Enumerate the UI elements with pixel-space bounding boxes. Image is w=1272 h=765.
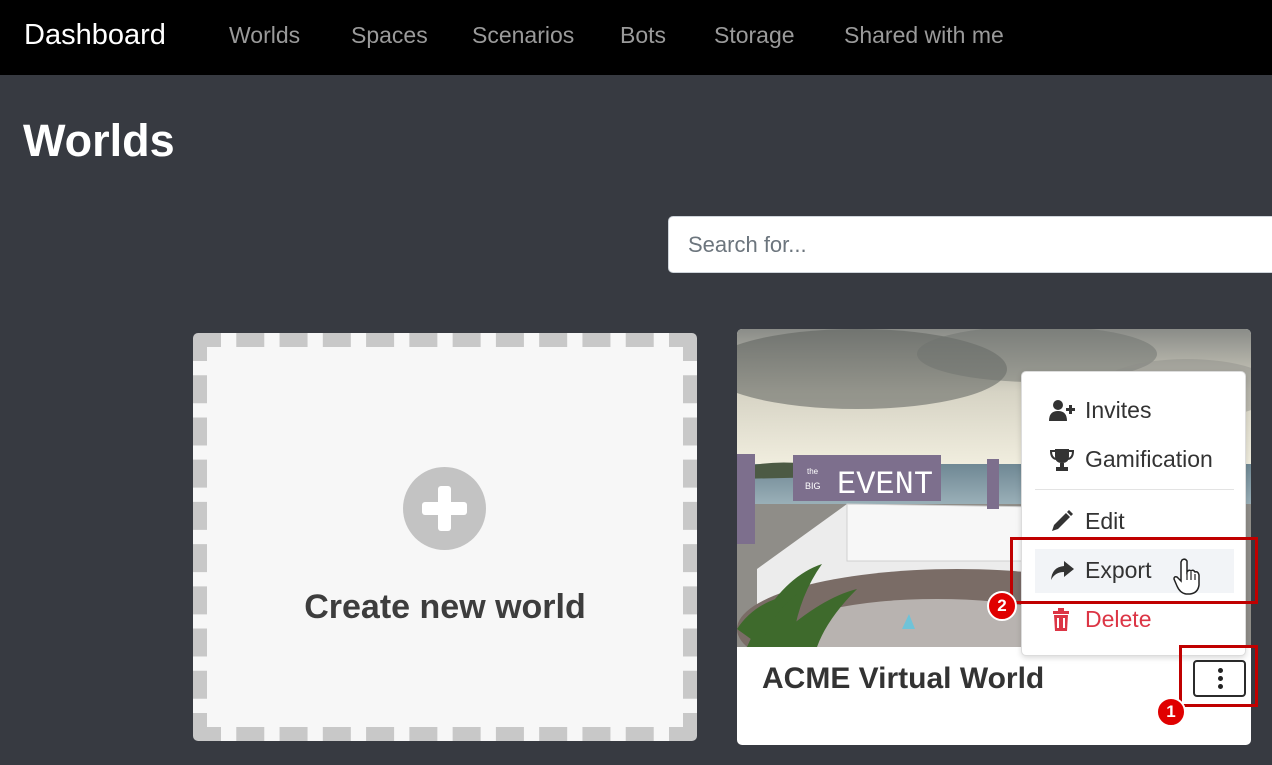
hand-cursor-icon — [1173, 558, 1200, 595]
world-name: ACME Virtual World — [762, 662, 1045, 695]
thumb-sign-small-1: the — [807, 467, 819, 476]
step-badge-2: 2 — [987, 591, 1017, 621]
menu-item-label: Gamification — [1085, 446, 1213, 472]
thumb-sign-small-2: BIG — [805, 481, 821, 491]
menu-item-label: Export — [1085, 557, 1152, 583]
page-title: Worlds — [23, 115, 175, 166]
nav-bots[interactable]: Bots — [620, 21, 666, 49]
more-options-button[interactable] — [1193, 660, 1246, 697]
user-plus-icon — [1049, 400, 1075, 421]
step-badge-1: 1 — [1156, 697, 1186, 727]
pencil-icon — [1052, 510, 1073, 531]
nav-shared-with-me[interactable]: Shared with me — [844, 21, 1004, 49]
nav-storage[interactable]: Storage — [714, 21, 795, 49]
create-new-world-card[interactable]: Create new world — [193, 333, 697, 741]
plus-circle-icon — [403, 467, 486, 550]
menu-item-label: Edit — [1085, 508, 1125, 534]
thumb-sign-event: EVENT — [837, 466, 933, 503]
nav-spaces[interactable]: Spaces — [351, 21, 428, 49]
menu-item-label: Delete — [1085, 606, 1152, 632]
menu-item-invites[interactable]: Invites — [1035, 389, 1234, 433]
create-new-world-label: Create new world — [304, 588, 586, 626]
share-arrow-icon — [1051, 561, 1074, 580]
search-input[interactable] — [668, 216, 1272, 273]
nav-scenarios[interactable]: Scenarios — [472, 21, 574, 49]
menu-divider — [1035, 489, 1234, 490]
kebab-dot-icon — [1218, 668, 1223, 673]
kebab-dot-icon — [1218, 676, 1223, 681]
menu-item-label: Invites — [1085, 397, 1152, 423]
world-options-dropdown: Invites Gamification Edit Export Delete — [1021, 371, 1246, 656]
menu-item-gamification[interactable]: Gamification — [1035, 438, 1234, 482]
menu-item-export[interactable]: Export — [1035, 549, 1234, 593]
kebab-dot-icon — [1218, 684, 1223, 689]
menu-item-edit[interactable]: Edit — [1035, 500, 1234, 544]
nav-worlds[interactable]: Worlds — [229, 21, 300, 49]
menu-item-delete[interactable]: Delete — [1035, 598, 1234, 642]
trophy-icon — [1049, 449, 1075, 471]
brand-dashboard-link[interactable]: Dashboard — [24, 18, 166, 52]
trash-icon — [1053, 608, 1069, 631]
top-navbar: Dashboard Worlds Spaces Scenarios Bots S… — [0, 0, 1272, 75]
